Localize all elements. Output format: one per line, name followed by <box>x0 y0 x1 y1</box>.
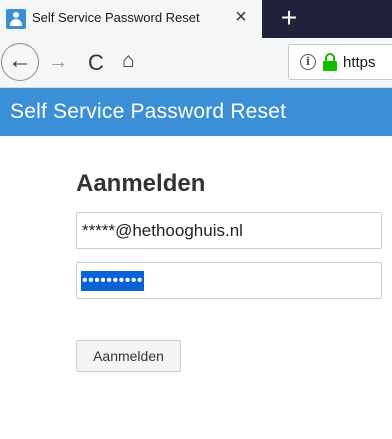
forward-button[interactable]: → <box>48 51 68 74</box>
browser-tab-strip: Self Service Password Reset × + <box>0 0 392 38</box>
login-button[interactable]: Aanmelden <box>76 340 181 372</box>
tab-title: Self Service Password Reset <box>32 10 200 25</box>
password-field[interactable]: •••••••••• <box>76 262 382 299</box>
home-icon[interactable]: ⌂ <box>122 49 135 73</box>
site-title[interactable]: Self Service Password Reset <box>10 100 286 124</box>
url-text[interactable]: https <box>343 54 376 71</box>
site-favicon-icon <box>6 9 26 29</box>
address-bar[interactable]: i https <box>288 44 392 80</box>
reload-icon[interactable]: C <box>88 50 104 76</box>
info-icon[interactable]: i <box>300 54 316 70</box>
browser-nav-bar: ← → C ⌂ i https <box>0 38 392 88</box>
new-tab-icon[interactable]: + <box>274 2 304 34</box>
tab-close-icon[interactable]: × <box>230 6 252 29</box>
password-value: •••••••••• <box>81 271 145 291</box>
login-heading: Aanmelden <box>76 170 206 197</box>
browser-tab-active[interactable]: Self Service Password Reset × <box>0 0 262 38</box>
email-value: *****@hethooghuis.nl <box>82 221 243 240</box>
site-header: Self Service Password Reset <box>0 88 392 136</box>
back-button[interactable]: ← <box>1 43 39 81</box>
email-field[interactable]: *****@hethooghuis.nl <box>76 212 382 249</box>
lock-icon[interactable] <box>323 53 337 71</box>
